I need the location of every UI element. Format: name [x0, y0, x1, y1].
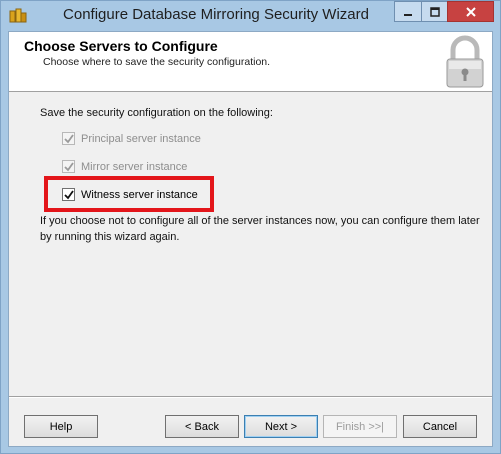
wizard-client-area: Choose Servers to Configure Choose where… — [8, 31, 493, 447]
checkmark-icon — [63, 161, 74, 171]
maximize-button[interactable] — [421, 1, 448, 22]
minimize-icon — [404, 13, 412, 16]
mirror-server-label: Mirror server instance — [81, 160, 188, 173]
close-button[interactable] — [447, 1, 494, 22]
highlight-box — [44, 176, 214, 212]
intro-text: Save the security configuration on the f… — [40, 107, 273, 119]
help-button[interactable]: Help — [24, 415, 98, 438]
principal-server-label: Principal server instance — [81, 132, 201, 145]
info-note: If you choose not to configure all of th… — [40, 215, 480, 243]
principal-server-option[interactable]: Principal server instance — [62, 132, 201, 145]
back-button[interactable]: < Back — [165, 415, 239, 438]
next-button[interactable]: Next > — [244, 415, 318, 438]
cancel-button[interactable]: Cancel — [403, 415, 477, 438]
finish-button[interactable]: Finish >>| — [323, 415, 397, 438]
checkmark-icon — [63, 133, 74, 143]
window-title: Configure Database Mirroring Security Wi… — [63, 6, 369, 23]
page-subheading: Choose where to save the security config… — [43, 56, 271, 68]
wizard-window: Configure Database Mirroring Security Wi… — [0, 0, 501, 454]
maximize-icon — [429, 6, 440, 17]
wizard-content: Save the security configuration on the f… — [9, 92, 492, 396]
footer-divider-highlight — [9, 397, 492, 398]
mirror-server-option[interactable]: Mirror server instance — [62, 160, 187, 173]
minimize-button[interactable] — [394, 1, 422, 22]
close-icon — [465, 6, 476, 17]
title-bar[interactable]: Configure Database Mirroring Security Wi… — [1, 1, 500, 31]
padlock-icon — [446, 35, 484, 88]
wizard-header: Choose Servers to Configure Choose where… — [9, 32, 492, 92]
principal-server-checkbox[interactable] — [62, 132, 75, 145]
mirror-server-checkbox[interactable] — [62, 160, 75, 173]
page-heading: Choose Servers to Configure — [24, 38, 218, 54]
